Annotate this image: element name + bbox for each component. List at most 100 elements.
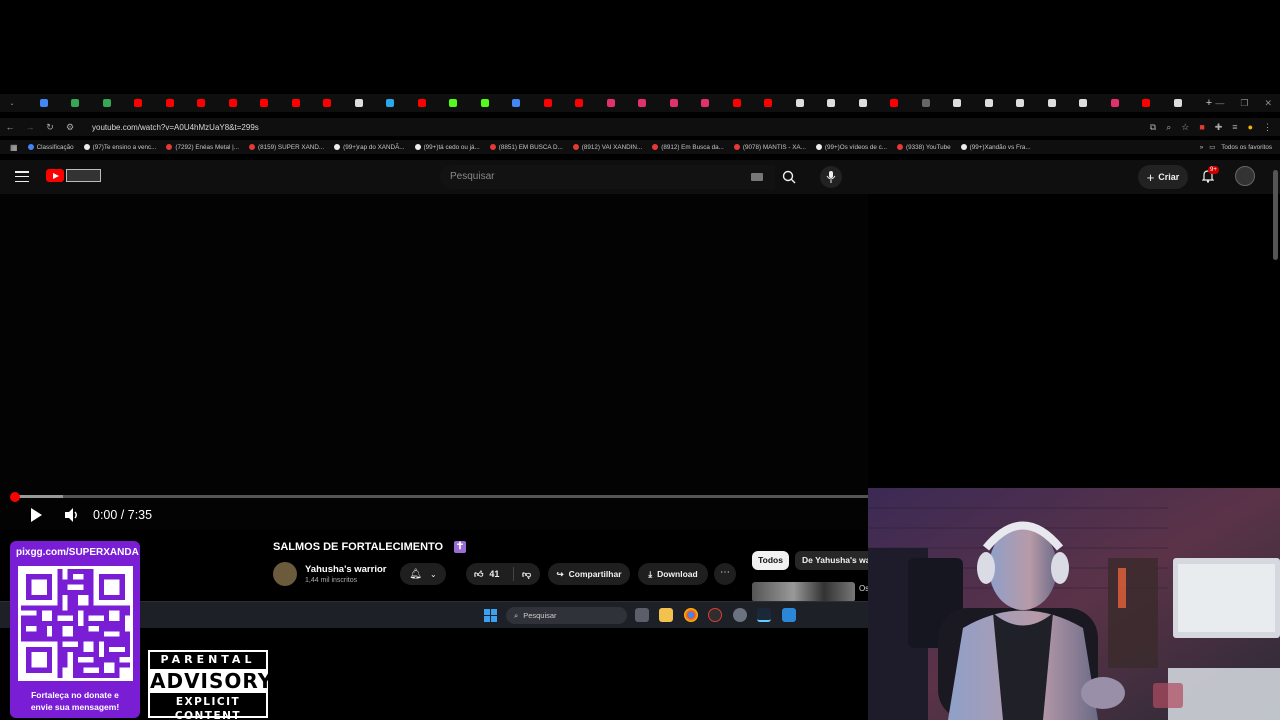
bookmark-item[interactable]: (99+)rap do XANDÃ... (334, 144, 405, 151)
channel-name[interactable]: Yahusha's warrior (305, 564, 386, 575)
browser-tab[interactable] (162, 96, 178, 110)
bookmark-item[interactable]: (99+)tá cedo ou já... (414, 144, 480, 151)
browser-tab[interactable] (886, 96, 902, 110)
browser-tab[interactable] (414, 96, 430, 110)
task-view-icon[interactable] (635, 608, 649, 622)
browser-tab[interactable] (382, 96, 398, 110)
share-button[interactable]: ↪ Compartilhar (548, 563, 630, 585)
settings-icon[interactable] (733, 608, 747, 622)
dislike-button[interactable]: 👎︎ (514, 569, 531, 580)
channel-avatar[interactable] (273, 562, 297, 586)
bookmark-item[interactable]: (8912) Em Busca da... (652, 144, 724, 151)
browser-tab[interactable] (193, 96, 209, 110)
browser-tab[interactable] (36, 96, 52, 110)
zoom-icon[interactable]: ⌕ (1166, 122, 1171, 133)
bookmark-item[interactable]: (97)Te ensino a venc... (83, 144, 156, 151)
browser-tab[interactable] (729, 96, 745, 110)
reload-icon[interactable]: ↻ (40, 122, 60, 133)
browser-tab[interactable] (1138, 96, 1154, 110)
volume-button[interactable] (63, 507, 81, 523)
close-icon[interactable]: ✕ (1264, 98, 1272, 109)
bookmark-item[interactable]: (99+)Os vídeos de c... (815, 144, 887, 151)
browser-tab[interactable] (571, 96, 587, 110)
tab-list-icon[interactable]: ⌄ (4, 96, 20, 110)
browser-tab[interactable] (67, 96, 83, 110)
taskbar-search[interactable]: ⌕ Pesquisar (506, 607, 627, 624)
star-icon[interactable]: ☆ (1181, 122, 1189, 133)
browser-tab[interactable] (1044, 96, 1060, 110)
search-button[interactable] (776, 165, 802, 189)
browser-tab[interactable] (823, 96, 839, 110)
app-icon[interactable] (782, 608, 796, 622)
steam-icon[interactable] (757, 608, 771, 622)
browser-tab[interactable] (792, 96, 808, 110)
media-icon[interactable]: ≡ (1232, 122, 1237, 132)
download-button[interactable]: ⤓ Download (638, 563, 708, 585)
all-bookmarks-button[interactable]: » ▭ Todos os favoritos (1199, 140, 1272, 154)
minimize-icon[interactable]: — (1215, 98, 1224, 108)
bookmark-item[interactable]: (9338) YouTube (897, 144, 951, 151)
bookmark-item[interactable]: (8851) EM BUSCA D... (489, 144, 563, 151)
back-icon[interactable]: ← (0, 122, 20, 132)
browser-tab[interactable] (256, 96, 272, 110)
create-button[interactable]: + Criar (1138, 165, 1188, 189)
browser-tab[interactable] (351, 96, 367, 110)
browser-tab[interactable] (445, 96, 461, 110)
browser-tab[interactable] (130, 96, 146, 110)
chip-all[interactable]: Todos (752, 551, 789, 570)
avatar[interactable] (1235, 166, 1255, 186)
progress-scrubber[interactable] (10, 492, 20, 502)
browser-tab[interactable] (634, 96, 650, 110)
bookmark-item[interactable]: (99+)Xandão vs Fra... (960, 144, 1031, 151)
browser-tab[interactable] (855, 96, 871, 110)
browser-tab[interactable] (760, 96, 776, 110)
browser-tab[interactable] (1075, 96, 1091, 110)
browser-tab[interactable] (288, 96, 304, 110)
chip-channel[interactable]: De Yahusha's warrior (795, 551, 868, 570)
browser-tab[interactable] (508, 96, 524, 110)
search-input[interactable]: Pesquisar (440, 165, 775, 189)
browser-tab[interactable] (1170, 96, 1186, 110)
browser-tab[interactable] (1107, 96, 1123, 110)
browser-tab[interactable] (603, 96, 619, 110)
bookmark-item[interactable]: Classificação (27, 144, 74, 151)
bookmark-item[interactable]: (8159) SUPER XAND... (248, 144, 324, 151)
play-button[interactable] (28, 507, 44, 523)
video-player[interactable] (0, 194, 868, 530)
file-explorer-icon[interactable] (659, 608, 673, 622)
like-button[interactable]: 👍︎ 41 (466, 567, 514, 581)
extension-icon[interactable]: ■ (1199, 122, 1204, 132)
progress-bar[interactable] (15, 495, 868, 498)
menu-hamburger-icon[interactable] (15, 171, 29, 182)
browser-tab[interactable] (1012, 96, 1028, 110)
bookmark-item[interactable]: (9078) MANTIS - XA... (733, 144, 806, 151)
menu-icon[interactable]: ⋮ (1263, 122, 1272, 133)
voice-search-button[interactable] (820, 166, 842, 188)
bookmark-item[interactable]: (7292) Enéas Metal |... (166, 144, 239, 151)
browser-tab[interactable] (477, 96, 493, 110)
browser-tab[interactable] (319, 96, 335, 110)
profile-icon[interactable]: ● (1248, 122, 1253, 132)
keyboard-icon[interactable] (751, 173, 763, 181)
browser-tab[interactable] (981, 96, 997, 110)
youtube-logo-icon[interactable] (46, 169, 64, 182)
more-actions-button[interactable]: ⋯ (714, 563, 736, 585)
browser-tab[interactable] (225, 96, 241, 110)
subscription-bell-button[interactable]: 🔔︎ ⌄ (400, 563, 446, 585)
browser-tab[interactable] (697, 96, 713, 110)
restore-icon[interactable]: ❐ (1240, 98, 1248, 109)
forward-icon[interactable]: → (20, 122, 40, 132)
apps-icon[interactable]: ▦ (10, 143, 18, 152)
browser-tab[interactable] (949, 96, 965, 110)
windows-start-icon[interactable] (484, 609, 497, 622)
chevron-double-right-icon[interactable]: » (1200, 144, 1204, 151)
chrome-icon[interactable] (684, 608, 698, 622)
youtube-logo-wordmark[interactable] (66, 169, 101, 182)
scrollbar[interactable] (1273, 170, 1278, 260)
extensions-icon[interactable]: ✚ (1215, 122, 1223, 133)
browser-tab[interactable] (540, 96, 556, 110)
browser-tab[interactable] (99, 96, 115, 110)
recommended-thumbnail[interactable] (752, 582, 855, 602)
site-info-icon[interactable]: ⚙ (60, 122, 80, 133)
browser-tab[interactable] (666, 96, 682, 110)
